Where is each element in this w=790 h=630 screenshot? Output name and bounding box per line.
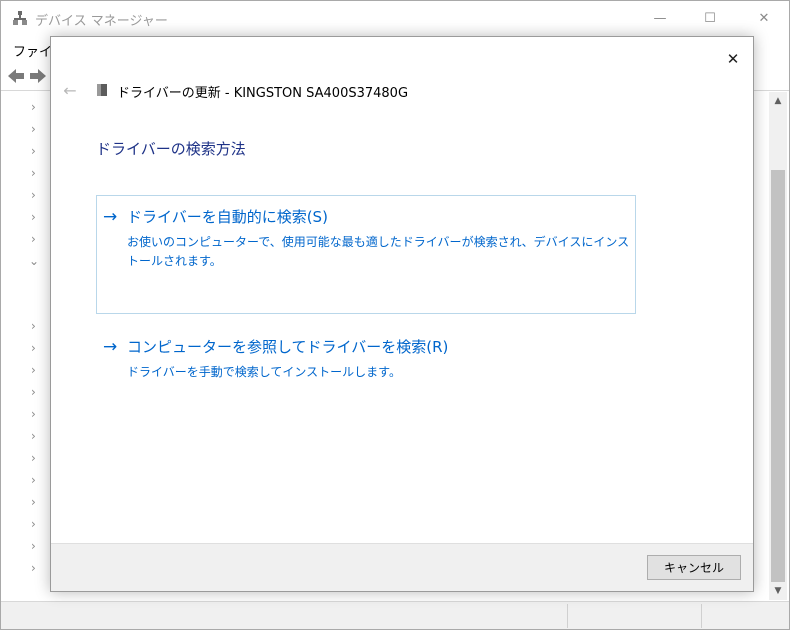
dialog-footer: キャンセル [51, 543, 753, 591]
title-bar: デバイス マネージャー — ☐ ✕ [1, 1, 789, 35]
search-automatically-option[interactable]: → ドライバーを自動的に検索(S) お使いのコンピューターで、使用可能な最も適し… [103, 207, 633, 307]
minimize-icon: — [653, 10, 667, 26]
arrow-right-icon: → [103, 337, 118, 357]
status-divider [567, 604, 568, 628]
option-description: お使いのコンピューターで、使用可能な最も適したドライバーが検索され、デバイスにイ… [127, 235, 630, 268]
drive-icon [97, 84, 107, 96]
chevron-right-icon[interactable]: › [31, 540, 36, 552]
chevron-right-icon[interactable]: › [31, 189, 36, 201]
option-title: ドライバーを自動的に検索(S) [127, 208, 328, 226]
dialog-back-button[interactable]: ← [59, 79, 81, 101]
chevron-right-icon[interactable]: › [31, 233, 36, 245]
arrow-right-icon: → [103, 207, 118, 227]
cancel-button[interactable]: キャンセル [647, 555, 741, 580]
chevron-right-icon[interactable]: › [31, 562, 36, 574]
chevron-right-icon[interactable]: › [31, 430, 36, 442]
browse-computer-option[interactable]: → コンピューターを参照してドライバーを検索(R) ドライバーを手動で検索してイ… [103, 337, 663, 387]
scroll-down-icon[interactable]: ▼ [769, 582, 787, 600]
back-arrow-icon[interactable] [7, 68, 25, 84]
chevron-right-icon[interactable]: › [31, 167, 36, 179]
chevron-right-icon[interactable]: › [31, 320, 36, 332]
chevron-right-icon[interactable]: › [31, 101, 36, 113]
chevron-right-icon[interactable]: › [31, 364, 36, 376]
chevron-right-icon[interactable]: › [31, 518, 36, 530]
update-driver-dialog: ✕ ← ドライバーの更新 - KINGSTON SA400S37480G ドライ… [50, 36, 754, 592]
minimize-button[interactable]: — [637, 1, 683, 35]
scroll-up-icon[interactable]: ▲ [769, 92, 787, 110]
back-arrow-icon: ← [63, 80, 77, 100]
status-divider [701, 604, 702, 628]
scroll-thumb[interactable] [771, 170, 785, 582]
dialog-title: ドライバーの更新 - KINGSTON SA400S37480G [117, 86, 409, 101]
status-bar [1, 601, 789, 629]
dialog-heading: ドライバーの検索方法 [96, 140, 246, 158]
vertical-scrollbar[interactable]: ▲ ▼ [769, 92, 787, 600]
chevron-right-icon[interactable]: › [31, 408, 36, 420]
chevron-right-icon[interactable]: › [31, 123, 36, 135]
chevron-right-icon[interactable]: › [31, 474, 36, 486]
chevron-right-icon[interactable]: › [31, 496, 36, 508]
close-icon: ✕ [758, 10, 770, 26]
chevron-right-icon[interactable]: › [31, 452, 36, 464]
chevron-right-icon[interactable]: › [31, 211, 36, 223]
maximize-button[interactable]: ☐ [687, 1, 733, 35]
forward-arrow-icon[interactable] [29, 68, 47, 84]
option-description: ドライバーを手動で検索してインストールします。 [127, 365, 401, 379]
chevron-right-icon[interactable]: › [31, 342, 36, 354]
window-close-button[interactable]: ✕ [741, 1, 787, 35]
chevron-down-icon[interactable]: ⌄ [29, 255, 39, 267]
maximize-icon: ☐ [704, 10, 716, 26]
chevron-right-icon[interactable]: › [31, 386, 36, 398]
chevron-right-icon[interactable]: › [31, 145, 36, 157]
window-title: デバイス マネージャー [35, 14, 168, 29]
close-icon: ✕ [726, 50, 740, 68]
option-title: コンピューターを参照してドライバーを検索(R) [127, 338, 449, 356]
device-manager-icon [13, 11, 27, 25]
dialog-close-button[interactable]: ✕ [717, 43, 749, 75]
